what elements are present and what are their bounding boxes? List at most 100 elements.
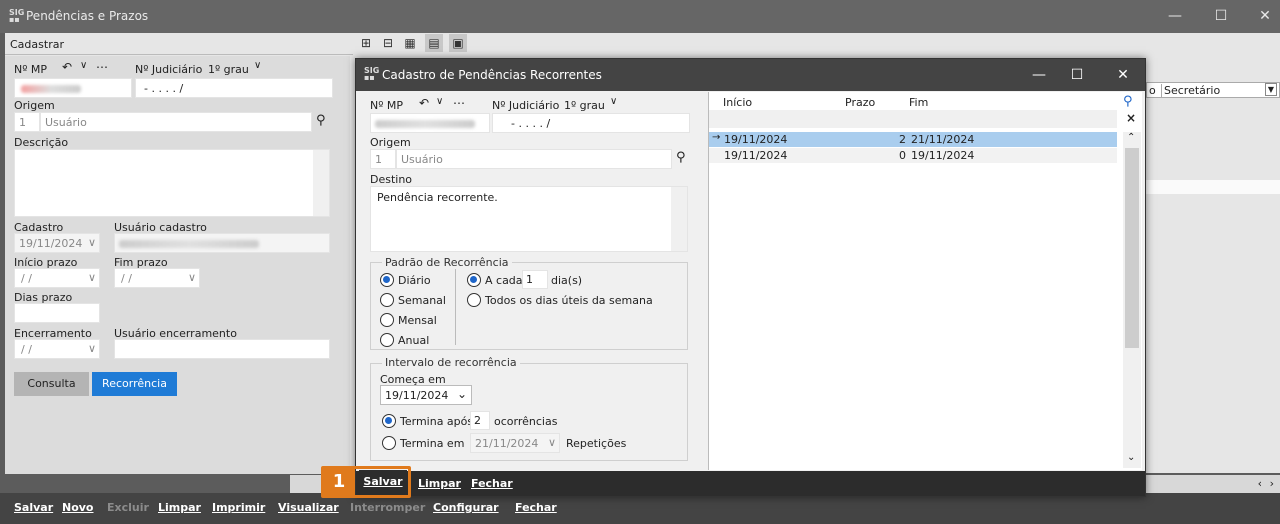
scroll-up-icon[interactable]: ⌃	[1127, 132, 1135, 143]
cadastro-date: 19/11/2024 ∨	[14, 233, 100, 253]
dialog-fechar-button[interactable]: Fechar	[471, 477, 513, 490]
dialog-grau-chevron-icon[interactable]: ∨	[610, 96, 617, 107]
grid-filter-icon[interactable]: ⚲	[1123, 94, 1133, 109]
card-view-icon[interactable]: ▣	[449, 34, 467, 52]
tree-view-icon[interactable]: ⊞	[357, 34, 375, 52]
grid-vertical-scrollbar[interactable]: ⌃ ⌄	[1123, 132, 1141, 468]
dias-prazo-input[interactable]	[14, 303, 100, 323]
uteis-label[interactable]: Todos os dias úteis da semana	[485, 294, 653, 307]
grid-col-fim[interactable]: Fim	[909, 96, 928, 109]
list-view-icon[interactable]: ⊟	[379, 34, 397, 52]
diario-label[interactable]: Diário	[398, 274, 431, 287]
diario-radio[interactable]	[380, 273, 394, 287]
row-pointer-icon: →	[712, 132, 721, 143]
grau-chevron-icon[interactable]: ∨	[254, 60, 261, 71]
mensal-label[interactable]: Mensal	[398, 314, 437, 327]
recorrencia-dialog: SIG ▪▪ Cadastro de Pendências Recorrentes…	[355, 58, 1146, 497]
maximize-button[interactable]: ☐	[1206, 5, 1236, 27]
dialog-origem-code[interactable]: 1	[370, 149, 396, 169]
minimize-button[interactable]: —	[1160, 5, 1190, 27]
inicio-prazo-chevron-icon[interactable]: ∨	[88, 271, 96, 284]
table-row[interactable]: → 19/11/2024 2 21/11/2024	[709, 132, 1117, 147]
anual-label[interactable]: Anual	[398, 334, 429, 347]
main-limpar-button[interactable]: Limpar	[158, 501, 201, 514]
semanal-label[interactable]: Semanal	[398, 294, 446, 307]
origem-code-input[interactable]: 1	[14, 112, 40, 132]
descricao-textarea[interactable]	[14, 149, 330, 217]
close-button[interactable]: ✕	[1250, 5, 1280, 27]
termina-apos-radio[interactable]	[382, 414, 396, 428]
encerramento-chevron-icon[interactable]: ∨	[88, 342, 96, 355]
a-cada-radio[interactable]	[467, 273, 481, 287]
dialog-titlebar: SIG ▪▪ Cadastro de Pendências Recorrentes…	[356, 59, 1145, 91]
recorrencia-button[interactable]: Recorrência	[92, 372, 177, 396]
cadastro-chevron-icon: ∨	[87, 236, 96, 249]
ocorrencias-label: ocorrências	[494, 415, 558, 428]
occurrence-grid: Início Prazo Fim ⚲ × → 19/11/2024 2 21/1…	[708, 92, 1142, 470]
comeca-chevron-icon[interactable]: ⌄	[457, 387, 467, 401]
dialog-njud-input[interactable]: - . . . . /	[492, 113, 690, 133]
uteis-radio[interactable]	[467, 293, 481, 307]
dialog-origem-input[interactable]: Usuário	[396, 149, 672, 169]
main-novo-button[interactable]: Novo	[62, 501, 94, 514]
dialog-undo-icon[interactable]: ↶	[419, 96, 429, 110]
consulta-button[interactable]: Consulta	[14, 372, 89, 396]
main-visualizar-button[interactable]: Visualizar	[278, 501, 339, 514]
dialog-close-button[interactable]: ✕	[1108, 64, 1138, 86]
chevron-down-icon[interactable]: ∨	[80, 60, 87, 71]
grid-col-inicio[interactable]: Início	[723, 96, 752, 109]
njud-input[interactable]: - . . . . /	[135, 78, 333, 98]
dialog-salvar-button[interactable]: Salvar	[359, 470, 407, 494]
grid-clear-filter-icon[interactable]: ×	[1126, 111, 1136, 125]
comeca-date[interactable]: 19/11/2024 ⌄	[380, 385, 472, 405]
dialog-grau-label[interactable]: 1º grau	[564, 99, 605, 112]
padrao-label: Padrão de Recorrência	[382, 256, 512, 269]
dialog-minimize-button[interactable]: —	[1024, 64, 1054, 86]
dialog-origem-search-icon[interactable]: ⚲	[676, 150, 686, 165]
grid-filter-row[interactable]	[709, 110, 1117, 128]
semanal-radio[interactable]	[380, 293, 394, 307]
destino-textarea[interactable]: Pendência recorrente.	[370, 186, 688, 252]
dialog-maximize-button[interactable]: ☐	[1062, 64, 1092, 86]
fim-prazo-date[interactable]: / / ∨	[114, 268, 200, 288]
termina-em-date: 21/11/2024 ∨	[470, 433, 560, 453]
a-cada-label[interactable]: A cada	[485, 274, 523, 287]
background-col-dropdown-icon[interactable]: ▼	[1265, 83, 1277, 96]
main-configurar-button[interactable]: Configurar	[433, 501, 499, 514]
a-cada-input[interactable]: 1	[522, 270, 548, 289]
nmp-input[interactable]	[14, 78, 132, 98]
grid-col-prazo[interactable]: Prazo	[845, 96, 875, 109]
descricao-scrollbar[interactable]	[313, 150, 329, 216]
dialog-more-icon[interactable]: ⋯	[453, 96, 465, 110]
inicio-prazo-date[interactable]: / / ∨	[14, 268, 100, 288]
grau-label[interactable]: 1º grau	[208, 63, 249, 76]
origem-search-icon[interactable]: ⚲	[316, 113, 326, 128]
scroll-down-icon[interactable]: ⌄	[1127, 452, 1135, 463]
anual-radio[interactable]	[380, 333, 394, 347]
background-grid-band	[1146, 180, 1280, 194]
scroll-left-icon[interactable]: ‹	[1258, 477, 1262, 490]
more-icon[interactable]: ⋯	[96, 60, 108, 74]
destino-scrollbar[interactable]	[671, 187, 687, 251]
dialog-chevron-down-icon[interactable]: ∨	[436, 96, 443, 107]
main-fechar-button[interactable]: Fechar	[515, 501, 557, 514]
fim-prazo-chevron-icon[interactable]: ∨	[188, 271, 196, 284]
grid-scroll-thumb[interactable]	[1125, 148, 1139, 348]
usuario-encerramento-field[interactable]	[114, 339, 330, 359]
table-row[interactable]: 19/11/2024 0 19/11/2024	[709, 148, 1117, 163]
mensal-radio[interactable]	[380, 313, 394, 327]
main-imprimir-button[interactable]: Imprimir	[212, 501, 265, 514]
origem-input[interactable]: Usuário	[40, 112, 312, 132]
dialog-nmp-input[interactable]	[370, 113, 490, 133]
table-view-icon[interactable]: ▦	[401, 34, 419, 52]
termina-em-radio[interactable]	[382, 436, 396, 450]
main-salvar-button[interactable]: Salvar	[14, 501, 53, 514]
undo-icon[interactable]: ↶	[62, 60, 72, 74]
detail-view-icon[interactable]: ▤	[425, 34, 443, 52]
termina-apos-input[interactable]: 2	[470, 411, 490, 430]
termina-em-label[interactable]: Termina em	[400, 437, 464, 450]
termina-apos-label[interactable]: Termina após	[400, 415, 473, 428]
encerramento-date[interactable]: / / ∨	[14, 339, 100, 359]
dialog-limpar-button[interactable]: Limpar	[418, 477, 461, 490]
scroll-right-icon[interactable]: ›	[1270, 477, 1274, 490]
